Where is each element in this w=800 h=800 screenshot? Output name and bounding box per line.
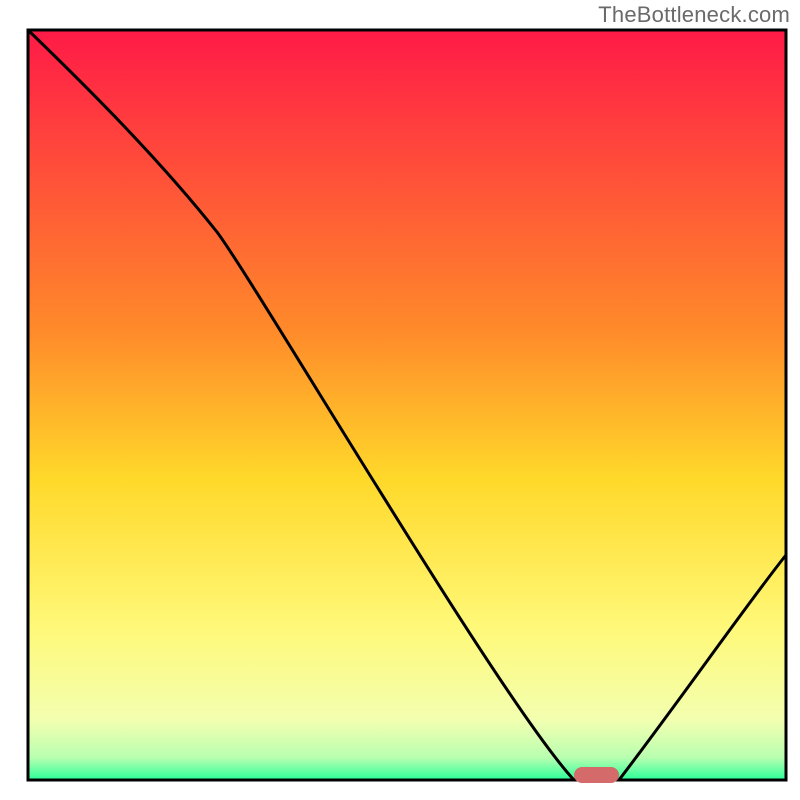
watermark-text: TheBottleneck.com (598, 2, 790, 28)
plot-background (28, 30, 786, 780)
chart-container: { "watermark": "TheBottleneck.com", "cha… (0, 0, 800, 800)
minimum-marker (574, 767, 619, 783)
chart-svg (0, 0, 800, 800)
